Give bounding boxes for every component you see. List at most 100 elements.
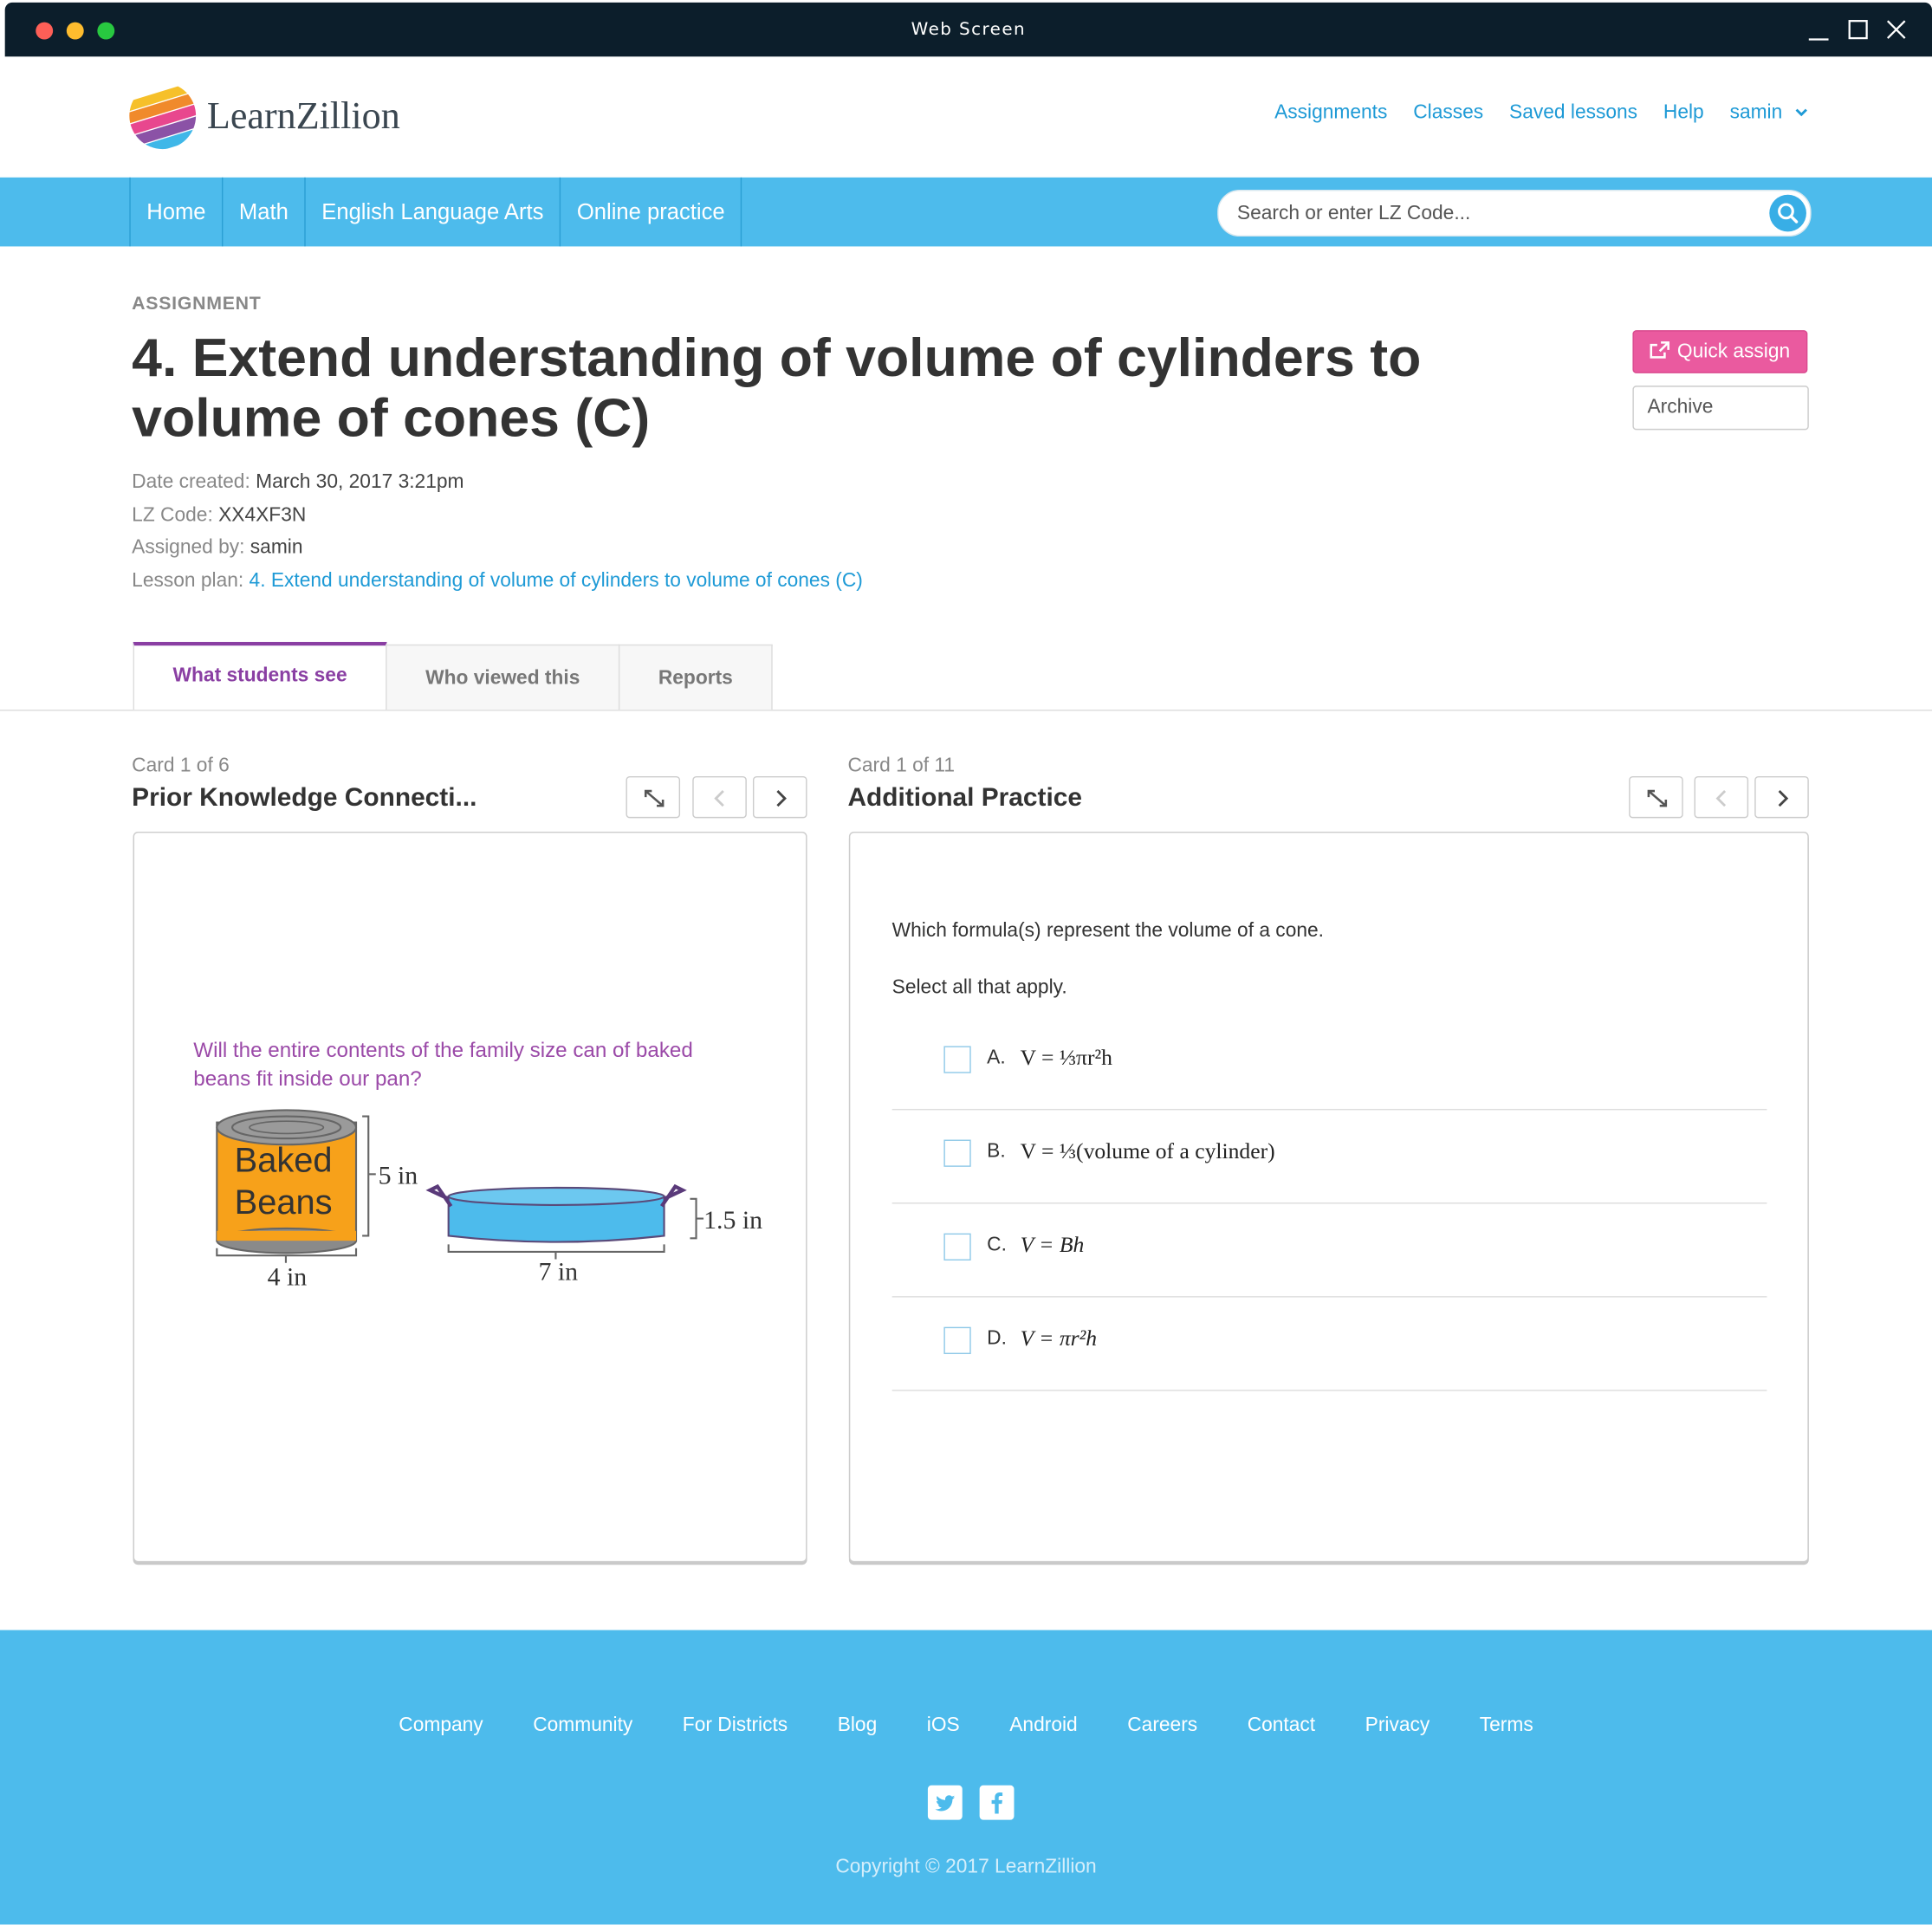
brand-name[interactable]: LearnZillion: [207, 94, 400, 138]
user-menu[interactable]: samin: [1730, 102, 1809, 125]
footer-links: Company Community For Districts Blog iOS…: [0, 1715, 1932, 1738]
option-checkbox[interactable]: [943, 1046, 971, 1073]
nav-classes-link[interactable]: Classes: [1413, 102, 1483, 125]
nav-home[interactable]: Home: [131, 177, 224, 247]
search-icon: [1778, 203, 1799, 224]
search-input[interactable]: [1235, 191, 1758, 238]
lesson-plan-link[interactable]: 4. Extend understanding of volume of cyl…: [250, 570, 863, 591]
tab-reports[interactable]: Reports: [618, 644, 773, 710]
quick-assign-label: Quick assign: [1676, 340, 1791, 363]
left-card-counter: Card 1 of 6: [132, 755, 230, 776]
window-titlebar: Web Screen: [4, 2, 1932, 57]
answer-option[interactable]: A. V = ⅓πr²h: [891, 1015, 1767, 1111]
site-header: LearnZillion Assignments Classes Saved l…: [0, 56, 1932, 178]
site-footer: Company Community For Districts Blog iOS…: [0, 1630, 1932, 1925]
footer-link-android[interactable]: Android: [1009, 1715, 1077, 1736]
option-formula: V = ⅓(volume of a cylinder): [1020, 1138, 1275, 1163]
right-card-counter: Card 1 of 11: [847, 755, 956, 776]
left-card-panel: Will the entire contents of the family s…: [133, 831, 807, 1563]
question-instruction: Select all that apply.: [891, 976, 1067, 998]
user-name: samin: [1729, 102, 1783, 124]
nav-english-language-arts[interactable]: English Language Arts: [306, 177, 561, 247]
lz-code-value: XX4XF3N: [218, 504, 307, 526]
left-next-button[interactable]: [752, 775, 807, 819]
footer-link-for-districts[interactable]: For Districts: [683, 1715, 788, 1736]
left-card-title: Prior Knowledge Connecti...: [132, 783, 477, 813]
option-letter: C.: [987, 1235, 1007, 1256]
option-checkbox[interactable]: [943, 1233, 971, 1261]
footer-link-terms[interactable]: Terms: [1480, 1715, 1533, 1736]
assignment-meta: Date created: March 30, 2017 3:21pm LZ C…: [132, 467, 863, 598]
footer-link-careers[interactable]: Careers: [1127, 1715, 1197, 1736]
main-navigation: Home Math English Language Arts Online p…: [0, 177, 1932, 247]
left-prev-button[interactable]: [692, 775, 747, 819]
tab-bar: What students see Who viewed this Report…: [0, 641, 1932, 711]
can-label-line-1: Baked: [235, 1142, 333, 1180]
tab-what-students-see[interactable]: What students see: [133, 641, 387, 710]
maximize-icon[interactable]: [1844, 15, 1873, 44]
facebook-link[interactable]: [979, 1785, 1015, 1820]
footer-link-contact[interactable]: Contact: [1248, 1715, 1315, 1736]
facebook-icon: [991, 1792, 1003, 1814]
copyright-text: Copyright © 2017 LearnZillion: [835, 1857, 1097, 1878]
quick-assign-button[interactable]: Quick assign: [1632, 330, 1808, 373]
left-expand-button[interactable]: [626, 775, 681, 819]
twitter-link[interactable]: [927, 1785, 963, 1820]
nav-math[interactable]: Math: [223, 177, 306, 247]
footer-link-community[interactable]: Community: [533, 1715, 632, 1736]
can-height-label: 5 in: [379, 1162, 418, 1190]
can-width-label: 4 in: [268, 1262, 308, 1291]
option-checkbox[interactable]: [943, 1139, 971, 1167]
pan-width-label: 7 in: [539, 1258, 579, 1287]
date-created-value: March 30, 2017 3:21pm: [256, 471, 464, 493]
option-formula: V = ⅓πr²h: [1020, 1045, 1112, 1070]
pan-height-label: 1.5 in: [703, 1206, 762, 1235]
answer-option[interactable]: B. V = ⅓(volume of a cylinder): [891, 1109, 1767, 1204]
chevron-right-icon: [776, 790, 787, 807]
nav-help-link[interactable]: Help: [1663, 102, 1704, 125]
section-kicker: ASSIGNMENT: [132, 293, 262, 314]
lesson-plan-label: Lesson plan:: [132, 569, 244, 591]
question-text: Which formula(s) represent the volume of…: [891, 920, 1324, 942]
option-letter: D.: [987, 1328, 1007, 1350]
close-icon[interactable]: [1882, 15, 1911, 44]
nav-assignments-link[interactable]: Assignments: [1274, 102, 1387, 125]
option-formula: V = Bh: [1020, 1232, 1085, 1257]
minimize-icon[interactable]: [1804, 15, 1833, 44]
footer-link-blog[interactable]: Blog: [838, 1715, 878, 1736]
right-next-button[interactable]: [1754, 775, 1809, 819]
search-button[interactable]: [1769, 194, 1806, 232]
right-prev-button[interactable]: [1694, 775, 1749, 819]
option-letter: B.: [987, 1140, 1006, 1163]
right-card-title: Additional Practice: [847, 783, 1083, 813]
can-label-line-2: Beans: [235, 1183, 333, 1222]
tab-who-viewed-this[interactable]: Who viewed this: [386, 644, 620, 710]
assigned-by-label: Assigned by:: [132, 537, 245, 559]
chevron-left-icon: [1715, 790, 1727, 807]
right-card-panel: Which formula(s) represent the volume of…: [848, 831, 1809, 1563]
window-title: Web Screen: [911, 19, 1027, 40]
footer-link-ios[interactable]: iOS: [927, 1715, 960, 1736]
option-formula: V = πr²h: [1020, 1325, 1098, 1351]
option-checkbox[interactable]: [943, 1326, 971, 1354]
learnzillion-logo-icon[interactable]: [128, 81, 198, 151]
date-created-label: Date created:: [132, 471, 250, 493]
expand-icon: [1647, 789, 1668, 807]
footer-link-company[interactable]: Company: [399, 1715, 483, 1736]
chevron-left-icon: [714, 790, 724, 807]
footer-link-privacy[interactable]: Privacy: [1365, 1715, 1430, 1736]
nav-saved-lessons-link[interactable]: Saved lessons: [1509, 102, 1637, 125]
right-expand-button[interactable]: [1629, 775, 1683, 819]
twitter-icon: [935, 1795, 956, 1812]
chevron-right-icon: [1778, 790, 1789, 807]
lz-code-label: LZ Code:: [132, 504, 213, 526]
archive-button[interactable]: Archive: [1632, 386, 1809, 431]
top-navigation: Assignments Classes Saved lessons Help s…: [1274, 102, 1809, 125]
answer-option[interactable]: C. V = Bh: [891, 1202, 1767, 1298]
card-prompt: Will the entire contents of the family s…: [193, 1038, 693, 1091]
answer-option[interactable]: D. V = πr²h: [891, 1296, 1767, 1391]
chevron-down-icon: [1795, 108, 1807, 117]
expand-icon: [644, 789, 665, 807]
nav-online-practice[interactable]: Online practice: [561, 177, 742, 247]
option-letter: A.: [987, 1047, 1006, 1069]
